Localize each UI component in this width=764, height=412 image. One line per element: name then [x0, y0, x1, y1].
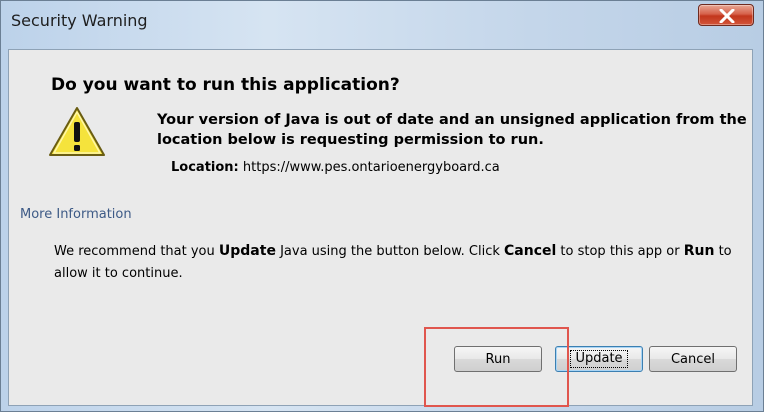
recommendation-text: We recommend that you Update Java using …: [54, 240, 744, 285]
warning-message: Your version of Java is out of date and …: [157, 112, 747, 148]
recommend-update-word: Update: [218, 243, 276, 259]
update-button-label: Update: [570, 350, 628, 368]
close-icon: [719, 9, 735, 23]
warning-triangle-icon: [49, 107, 105, 156]
recommend-part-1: We recommend that you: [54, 244, 219, 259]
recommend-cancel-word: Cancel: [504, 243, 557, 259]
recommend-part-3: to stop this app or: [556, 244, 684, 259]
location-line: Location: https://www.pes.ontarioenergyb…: [171, 160, 500, 175]
run-button[interactable]: Run: [454, 346, 542, 372]
dialog-heading: Do you want to run this application?: [51, 75, 400, 95]
location-value: https://www.pes.ontarioenergyboard.ca: [242, 160, 500, 175]
recommend-run-word: Run: [683, 243, 715, 259]
update-button[interactable]: Update: [555, 346, 643, 372]
cancel-button[interactable]: Cancel: [649, 346, 737, 372]
title-bar[interactable]: Security Warning: [1, 1, 763, 41]
security-warning-window: Security Warning Do you want to run this…: [0, 0, 764, 412]
dialog-body: Do you want to run this application? You…: [8, 49, 753, 406]
close-button[interactable]: [698, 4, 754, 26]
recommend-part-2: Java using the button below. Click: [275, 244, 505, 259]
window-title: Security Warning: [11, 11, 148, 30]
location-label: Location:: [171, 160, 239, 175]
more-information-link[interactable]: More Information: [20, 207, 132, 222]
